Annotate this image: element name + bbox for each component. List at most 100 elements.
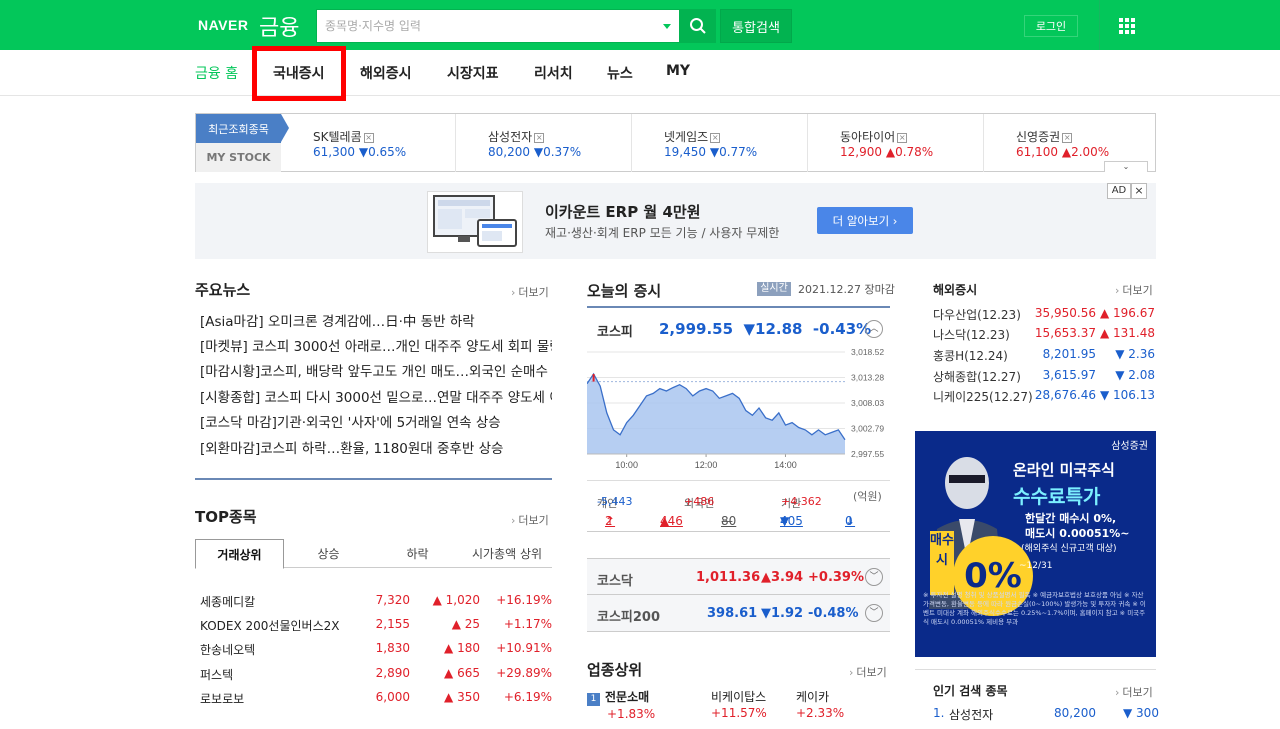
remove-stock-icon[interactable]: × xyxy=(1062,133,1073,143)
table-row[interactable]: KODEX 200선물인버스2X 2,155 ▲ 25 +1.17% xyxy=(200,617,552,637)
popular-more-link[interactable]: 더보기 xyxy=(1115,684,1152,700)
market-section-title[interactable]: 오늘의 증시 xyxy=(587,280,661,301)
mystock-tab[interactable]: MY STOCK xyxy=(196,143,281,172)
ad-banner[interactable]: 이카운트 ERP 월 4만원 재고·생산·회계 ERP 모든 기능 / 사용자 … xyxy=(195,183,1156,259)
flat-count[interactable]: 80 xyxy=(721,514,736,528)
news-headline[interactable]: [Asia마감] 오미크론 경계감에…日·中 동반 하락 xyxy=(200,310,552,330)
top-stock-name[interactable]: KODEX 200선물인버스2X xyxy=(200,617,339,634)
news-headline[interactable]: [마켓뷰] 코스피 3000선 아래로…개인 대주주 양도세 회피 물량 xyxy=(200,335,552,355)
sector-stock-item[interactable]: 케이카 +2.33% xyxy=(796,689,844,721)
remove-stock-icon[interactable]: × xyxy=(710,133,721,143)
recent-stock-name[interactable]: 동아타이어 xyxy=(840,130,895,144)
nav-market-index[interactable]: 시장지표 xyxy=(447,63,499,83)
upper-limit-count[interactable]: 2 xyxy=(605,514,613,528)
news-more-link[interactable]: 더보기 xyxy=(511,284,548,300)
naver-logo[interactable]: NAVER xyxy=(198,17,248,33)
sector-more-link[interactable]: 더보기 xyxy=(849,664,886,680)
remove-stock-icon[interactable]: × xyxy=(897,133,908,143)
apps-grid-icon[interactable] xyxy=(1119,18,1135,34)
kospi200-row[interactable]: 코스피200 398.61 ▼1.92 -0.48% ﹀ xyxy=(587,595,890,632)
kosdaq-row[interactable]: 코스닥 1,011.36 ▲3.94 +0.39% ﹀ xyxy=(587,558,890,595)
nav-news[interactable]: 뉴스 xyxy=(607,63,633,83)
ad-title[interactable]: 이카운트 ERP 월 4만원 xyxy=(545,201,701,222)
finance-logo[interactable]: 금융 xyxy=(259,10,299,42)
remove-stock-icon[interactable]: × xyxy=(363,133,374,143)
tab-rising[interactable]: 상승 xyxy=(284,539,373,568)
chevron-up-icon[interactable]: ︿ xyxy=(865,320,883,338)
world-index-row[interactable]: 다우산업(12.23) 35,950.56 ▲ 196.67 xyxy=(933,306,1155,326)
top-stock-name[interactable]: 퍼스텍 xyxy=(200,666,233,683)
top-stock-name[interactable]: 한송네오텍 xyxy=(200,641,255,658)
world-section-title[interactable]: 해외증시 xyxy=(933,281,977,298)
ad-learn-more-button[interactable]: 더 알아보기 › xyxy=(817,207,913,234)
sector-stock-name[interactable]: 케이카 xyxy=(796,690,829,704)
ad-product-image[interactable] xyxy=(427,191,523,253)
ad-badge[interactable]: AD xyxy=(1107,183,1131,199)
sector-stock-name[interactable]: 비케이탑스 xyxy=(711,690,766,704)
expand-recent-button[interactable]: ⌄ xyxy=(1104,161,1148,172)
table-row[interactable]: 한송네오텍 1,830 ▲ 180 +10.91% xyxy=(200,641,552,661)
recent-stock-item[interactable]: 동아타이어 × 12,900 ▲0.78% xyxy=(808,114,984,172)
world-index-name[interactable]: 다우산업(12.23) xyxy=(933,306,1021,323)
recent-stock-name[interactable]: 넷게임즈 xyxy=(664,130,708,144)
search-dropdown-icon[interactable] xyxy=(663,24,671,29)
sector-item[interactable]: 1 전문소매 +1.83% xyxy=(587,689,655,722)
top-more-link[interactable]: 더보기 xyxy=(511,512,548,528)
world-index-name[interactable]: 니케이225(12.27) xyxy=(933,388,1033,405)
world-more-link[interactable]: 더보기 xyxy=(1115,282,1152,298)
recent-stock-item[interactable]: SK텔레콤 × 61,300 ▼0.65% xyxy=(281,114,456,172)
top-stock-name[interactable]: 로보로보 xyxy=(200,690,244,707)
recent-stock-item[interactable]: 넷게임즈 × 19,450 ▼0.77% xyxy=(632,114,808,172)
popular-stock-name[interactable]: 삼성전자 xyxy=(949,706,993,723)
nav-finance-home[interactable]: 금융 홈 xyxy=(195,63,238,83)
sector-name[interactable]: 전문소매 xyxy=(605,690,649,704)
sector-stock-item[interactable]: 비케이탑스 +11.57% xyxy=(711,689,767,721)
world-index-row[interactable]: 나스닥(12.23) 15,653.37 ▲ 131.48 xyxy=(933,326,1155,346)
news-headline[interactable]: [코스닥 마감]기관·외국인 '사자'에 5거래일 연속 상승 xyxy=(200,411,552,431)
nav-research[interactable]: 리서치 xyxy=(534,63,573,83)
sector-section-title[interactable]: 업종상위 xyxy=(587,659,642,680)
top-section-title[interactable]: TOP종목 xyxy=(195,506,257,527)
news-section-title[interactable]: 주요뉴스 xyxy=(195,279,250,300)
chevron-down-icon[interactable]: ﹀ xyxy=(865,568,883,586)
samsung-securities-banner[interactable]: 삼성증권 온라인 미국주식 수수료특가 한달간 매수시 0%, 매도시 0.00… xyxy=(915,431,1156,657)
news-headline[interactable]: [외환마감]코스피 하락…환율, 1180원대 중후반 상승 xyxy=(200,437,552,457)
up-count[interactable]: 446 xyxy=(660,514,683,528)
tab-trading-volume[interactable]: 거래상위 xyxy=(195,539,284,569)
recent-stock-name[interactable]: SK텔레콤 xyxy=(313,130,362,144)
tab-market-cap[interactable]: 시가총액 상위 xyxy=(462,539,552,568)
kospi200-name[interactable]: 코스피200 xyxy=(597,606,660,625)
world-index-row[interactable]: 홍콩H(12.24) 8,201.95 ▼ 2.36 xyxy=(933,347,1155,367)
nav-world-stock[interactable]: 해외증시 xyxy=(360,63,412,83)
down-count[interactable]: 405 xyxy=(780,514,803,528)
world-index-row[interactable]: 니케이225(12.27) 28,676.46 ▼ 106.13 xyxy=(933,388,1155,408)
kosdaq-name[interactable]: 코스닥 xyxy=(597,570,633,589)
close-icon[interactable]: × xyxy=(1131,183,1147,199)
table-row[interactable]: 퍼스텍 2,890 ▲ 665 +29.89% xyxy=(200,666,552,686)
popular-search-title[interactable]: 인기 검색 종목 xyxy=(933,682,1008,699)
recent-stock-name[interactable]: 삼성전자 xyxy=(488,130,532,144)
total-search-button[interactable]: 통합검색 xyxy=(720,9,792,43)
recent-stock-name[interactable]: 신영증권 xyxy=(1016,130,1060,144)
search-input[interactable] xyxy=(325,16,655,36)
remove-stock-icon[interactable]: × xyxy=(534,133,545,143)
kospi-intraday-chart[interactable]: 3,018.52 3,013.28 3,008.03 3,002.79 2,997.55… xyxy=(587,344,890,474)
kospi-name[interactable]: 코스피 xyxy=(597,321,633,340)
world-index-name[interactable]: 홍콩H(12.24) xyxy=(933,347,1008,364)
chevron-down-icon[interactable]: ﹀ xyxy=(865,604,883,622)
world-index-name[interactable]: 나스닥(12.23) xyxy=(933,326,1010,343)
world-index-row[interactable]: 상해종합(12.27) 3,615.97 ▼ 2.08 xyxy=(933,368,1155,388)
tab-falling[interactable]: 하락 xyxy=(373,539,462,568)
world-index-name[interactable]: 상해종합(12.27) xyxy=(933,368,1021,385)
top-stock-name[interactable]: 세종메디칼 xyxy=(200,593,255,610)
table-row[interactable]: 로보로보 6,000 ▲ 350 +6.19% xyxy=(200,690,552,710)
news-headline[interactable]: [마감시황]코스피, 배당락 앞두고도 개인 매도…외국인 순매수 xyxy=(200,360,552,380)
search-button[interactable] xyxy=(680,9,716,43)
login-button[interactable]: 로그인 xyxy=(1024,15,1078,37)
lower-limit-count[interactable]: 0 xyxy=(845,514,853,528)
recent-stocks-tab[interactable]: 최근조회종목 xyxy=(196,114,281,143)
recent-stock-item[interactable]: 삼성전자 × 80,200 ▼0.37% xyxy=(456,114,632,172)
news-headline[interactable]: [시황종합] 코스피 다시 3000선 밑으로…연말 대주주 양도세 이슈 xyxy=(200,386,552,406)
nav-my[interactable]: MY xyxy=(666,63,690,79)
table-row[interactable]: 세종메디칼 7,320 ▲ 1,020 +16.19% xyxy=(200,593,552,613)
